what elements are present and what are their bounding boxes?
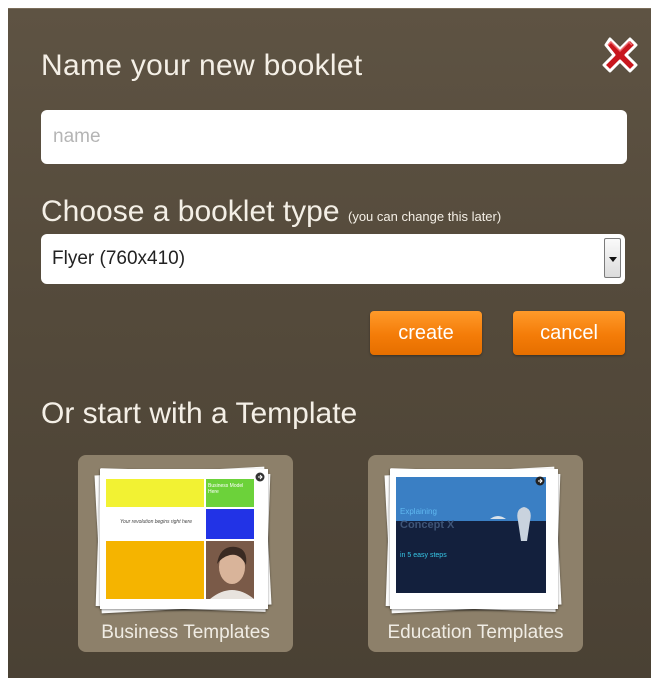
education-thumb-line1: Explaining: [400, 507, 437, 516]
education-thumbnail: Explaining Concept X in 5 easy steps: [390, 469, 558, 609]
booklet-type-select[interactable]: Flyer (760x410): [41, 234, 625, 284]
business-thumbnail-stack: Business Model Here Your revolution begi…: [94, 465, 276, 615]
business-thumb-corner-text: Business Model Here: [208, 483, 244, 495]
cancel-button[interactable]: cancel: [513, 311, 625, 355]
booklet-type-label: Choose a booklet type: [41, 195, 340, 228]
business-templates-label: Business Templates: [101, 622, 270, 643]
education-thumb-line2: Concept X: [400, 519, 455, 531]
booklet-type-label-row: Choose a booklet type (you can change th…: [41, 195, 501, 229]
education-templates-label: Education Templates: [387, 622, 564, 643]
create-button[interactable]: create: [370, 311, 482, 355]
booklet-type-hint: (you can change this later): [348, 209, 502, 224]
business-templates-card[interactable]: Business Model Here Your revolution begi…: [78, 455, 293, 652]
education-thumb-line3: in 5 easy steps: [400, 552, 447, 559]
dialog-title: Name your new booklet: [41, 49, 363, 82]
dropdown-arrow-icon[interactable]: [604, 238, 621, 278]
education-templates-card[interactable]: Explaining Concept X in 5 easy steps Edu…: [368, 455, 583, 652]
education-thumbnail-stack: Explaining Concept X in 5 easy steps: [384, 465, 566, 615]
business-thumb-tagline: Your revolution begins right here: [120, 519, 192, 525]
close-icon[interactable]: [598, 33, 642, 77]
new-booklet-dialog: Name your new booklet Choose a booklet t…: [8, 8, 651, 678]
business-thumbnail: Business Model Here Your revolution begi…: [100, 469, 268, 609]
templates-heading: Or start with a Template: [41, 397, 358, 430]
booklet-name-input[interactable]: [41, 110, 627, 164]
booklet-type-selected-value: Flyer (760x410): [52, 248, 186, 269]
